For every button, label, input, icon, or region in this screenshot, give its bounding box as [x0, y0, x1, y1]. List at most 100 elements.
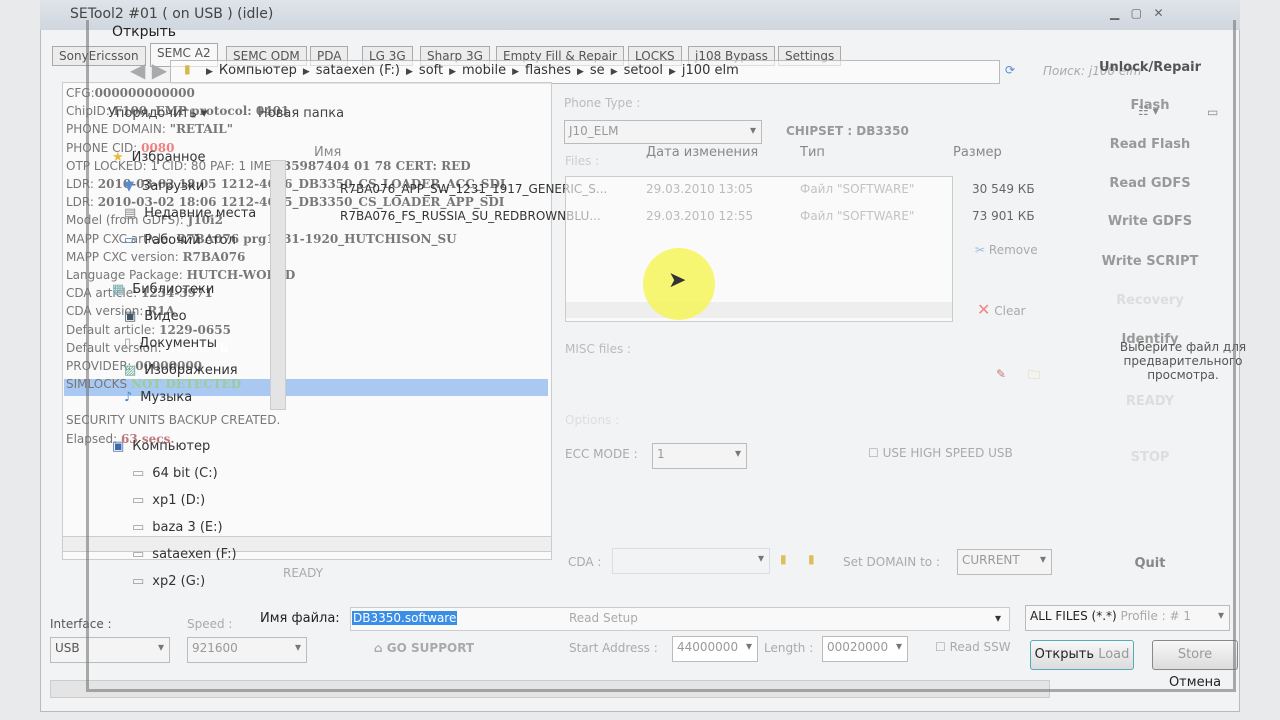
- start-address-label: Start Address :: [569, 641, 658, 655]
- nav-item-favorites[interactable]: ★ Избранное: [112, 150, 256, 169]
- drive-icon: ▭: [132, 574, 145, 589]
- log-label: CFG:: [66, 86, 95, 100]
- breadcrumb-item[interactable]: j100 elm: [682, 63, 739, 78]
- file-type-filter-value: ALL FILES (*.*): [1030, 609, 1117, 623]
- breadcrumb-item[interactable]: flashes: [525, 63, 571, 78]
- breadcrumb-item[interactable]: se: [590, 63, 605, 78]
- filename-dropdown-icon[interactable]: ▾: [995, 611, 1001, 625]
- high-speed-usb-checkbox[interactable]: ☐ USE HIGH SPEED USB: [868, 446, 1013, 460]
- column-type-header[interactable]: Тип: [800, 145, 825, 160]
- files-scrollbar[interactable]: [566, 302, 952, 318]
- open-folder-icon[interactable]: 🗀: [1028, 366, 1040, 387]
- phone-type-select[interactable]: J10_ELM: [564, 120, 762, 144]
- nav-item-label: Видео: [144, 309, 187, 324]
- speed-select[interactable]: 921600: [187, 637, 307, 663]
- nav-item-libraries[interactable]: ▦ Библиотеки: [112, 282, 256, 301]
- breadcrumb-item[interactable]: sataexen (F:): [316, 63, 400, 78]
- nav-item-music[interactable]: ♪ Музыка: [124, 390, 256, 409]
- nav-item-downloads[interactable]: ▼ Загрузки: [124, 179, 256, 198]
- log-value: "RETAIL": [169, 122, 233, 137]
- log-value: 000000000000: [94, 86, 195, 100]
- nav-item-label: 64 bit (C:): [152, 466, 218, 481]
- nav-item-label: Избранное: [131, 150, 206, 165]
- preview-pane-icon[interactable]: ▭: [1207, 105, 1218, 119]
- nav-item-video[interactable]: ▣ Видео: [124, 309, 256, 328]
- computer-icon: ▣: [112, 439, 125, 454]
- domain-select[interactable]: CURRENT: [957, 549, 1052, 575]
- remove-label: Remove: [988, 243, 1038, 257]
- phone-type-label: Phone Type :: [564, 96, 641, 110]
- log-label: ChipID:: [66, 104, 114, 119]
- file-size[interactable]: 73 901 КБ: [972, 209, 1035, 223]
- nav-item-drive[interactable]: ▭ xp1 (D:): [132, 493, 256, 512]
- breadcrumb-item[interactable]: soft: [419, 63, 443, 78]
- window-title: SETool2 #01 ( on USB ) (idle): [70, 6, 274, 22]
- clear-button[interactable]: ✕ Clear: [977, 300, 1026, 319]
- documents-icon: ▯: [124, 336, 132, 351]
- remove-cda-icon[interactable]: ▮: [808, 552, 815, 566]
- nav-scrollbar[interactable]: [270, 160, 286, 410]
- breadcrumb-separator-icon: ▶: [406, 67, 413, 77]
- read-ssw-label: Read SSW: [949, 640, 1011, 654]
- recent-places-icon: ▤: [124, 206, 137, 221]
- cancel-button[interactable]: Store Отмена: [1152, 640, 1238, 690]
- view-options-icon[interactable]: ☷ ▾: [1138, 104, 1159, 118]
- window-controls[interactable]: ▁ ▢ ✕: [1110, 6, 1164, 20]
- libraries-icon: ▦: [112, 282, 125, 297]
- breadcrumb-separator-icon: ▶: [206, 67, 213, 77]
- nav-item-drive[interactable]: ▭ xp2 (G:): [132, 574, 256, 593]
- new-folder-button[interactable]: Новая папка: [258, 106, 344, 121]
- nav-item-computer[interactable]: ▣ Компьютер: [112, 439, 256, 458]
- high-speed-usb-label: USE HIGH SPEED USB: [882, 446, 1013, 460]
- go-support-button[interactable]: ⌂ GO SUPPORT: [374, 641, 474, 655]
- breadcrumb-item[interactable]: mobile: [462, 63, 506, 78]
- column-size-header[interactable]: Размер: [953, 145, 1002, 160]
- file-name[interactable]: R7BA076_FS_RUSSIA_SU_REDBROWNBLU...: [340, 209, 601, 223]
- action-button-read-flash[interactable]: Read Flash: [1080, 137, 1220, 152]
- file-size[interactable]: 30 549 КБ: [972, 182, 1035, 196]
- interface-select[interactable]: USB: [50, 637, 170, 663]
- length-input[interactable]: 00020000: [822, 636, 908, 662]
- file-type-filter[interactable]: ALL FILES (*.*) Profile : # 1: [1025, 605, 1230, 631]
- ecc-mode-select[interactable]: 1: [652, 443, 747, 469]
- edit-pencil-icon[interactable]: ✎: [996, 367, 1006, 381]
- action-button-recovery[interactable]: Recovery: [1080, 293, 1220, 308]
- nav-item-drive[interactable]: ▭ 64 bit (C:): [132, 466, 256, 485]
- breadcrumb: ▶ Компьютер ▶ sataexen (F:) ▶ soft ▶ mobile ▶ fla…: [200, 63, 739, 78]
- length-value: 00020000: [827, 640, 889, 654]
- nav-item-documents[interactable]: ▯ Документы: [124, 336, 256, 355]
- add-cda-icon[interactable]: ▮: [780, 552, 787, 566]
- misc-files-label: MISC files :: [565, 342, 632, 356]
- action-button-write-script[interactable]: Write SCRIPT: [1080, 254, 1220, 269]
- column-date-header[interactable]: Дата изменения: [646, 145, 758, 160]
- breadcrumb-separator-icon: ▶: [302, 67, 310, 77]
- start-address-input[interactable]: 44000000: [672, 636, 758, 662]
- action-button-quit[interactable]: Quit: [1080, 556, 1220, 571]
- action-button-ready[interactable]: READY: [1080, 394, 1220, 409]
- nav-item-drive[interactable]: ▭ baza 3 (E:): [132, 520, 256, 539]
- open-button[interactable]: Открыть Load: [1030, 640, 1134, 670]
- column-name-header[interactable]: Имя: [314, 145, 341, 160]
- action-button-write-gdfs[interactable]: Write GDFS: [1080, 214, 1220, 229]
- scissors-icon: ✂: [975, 243, 986, 257]
- organize-button[interactable]: Упорядочить ▾: [108, 106, 207, 121]
- breadcrumb-item[interactable]: setool: [624, 63, 663, 78]
- interface-value: USB: [55, 641, 80, 655]
- action-button-unlock-repair[interactable]: Unlock/Repair: [1080, 60, 1220, 75]
- nav-item-drive[interactable]: ▭ sataexen (F:): [132, 547, 256, 566]
- refresh-icon[interactable]: ⟳: [1005, 63, 1015, 77]
- go-support-label: GO SUPPORT: [386, 641, 475, 655]
- log-label: LDR:: [66, 177, 98, 192]
- action-button-read-gdfs[interactable]: Read GDFS: [1080, 176, 1220, 191]
- nav-item-images[interactable]: ▨ Изображения: [124, 363, 256, 382]
- remove-button[interactable]: ✂ Remove: [975, 243, 1038, 257]
- action-button-stop[interactable]: STOP: [1080, 450, 1220, 465]
- cda-select[interactable]: [612, 548, 770, 574]
- back-forward-icon[interactable]: ◀ ▶: [130, 58, 167, 82]
- dialog-title: Открыть: [112, 24, 176, 40]
- nav-item-desktop[interactable]: ▭ Рабочий стол: [124, 233, 256, 252]
- read-ssw-checkbox[interactable]: ☐ Read SSW: [935, 640, 1011, 654]
- nav-item-recent[interactable]: ▤ Недавние места: [124, 206, 256, 225]
- breadcrumb-item[interactable]: Компьютер: [219, 63, 297, 78]
- files-label: Files :: [565, 154, 600, 168]
